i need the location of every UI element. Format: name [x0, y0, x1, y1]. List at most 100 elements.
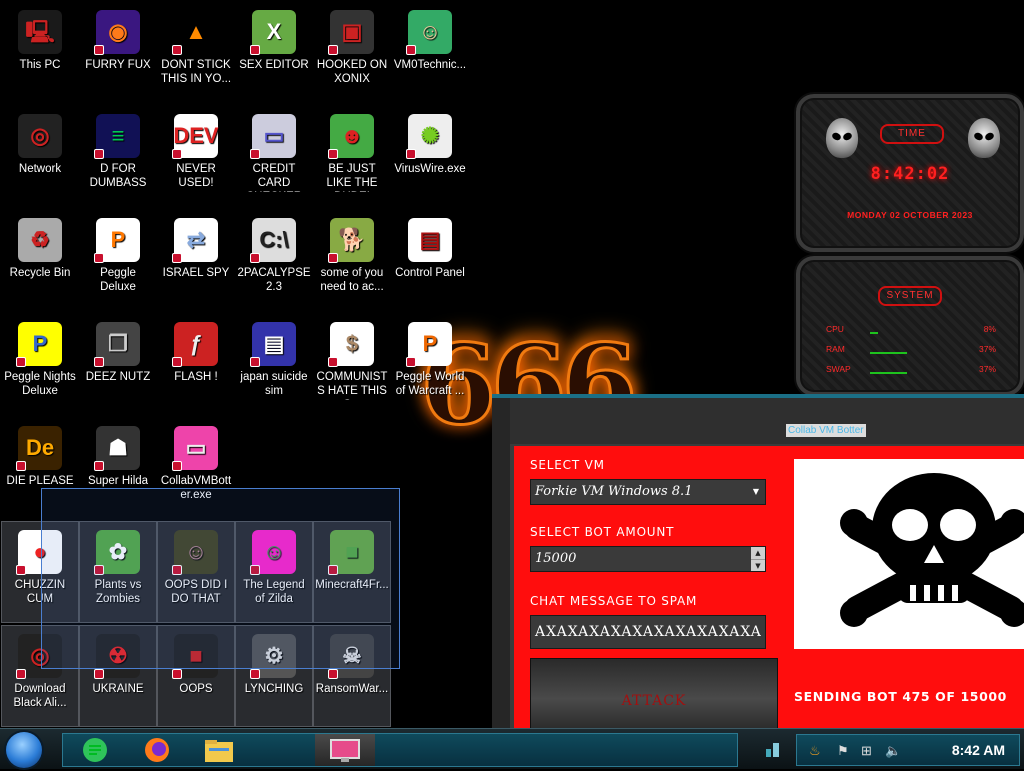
desktop-icon[interactable]: ƒ FLASH !	[158, 314, 234, 414]
stepper-buttons[interactable]: ▲ ▼	[751, 547, 765, 571]
desktop-icon[interactable]: De DIE PLEASE	[2, 418, 78, 518]
desktop-icon[interactable]: ◎ Network	[2, 106, 78, 206]
shortcut-arrow-icon	[406, 149, 416, 159]
shortcut-arrow-icon	[172, 357, 182, 367]
peggle-icon: P	[94, 218, 140, 263]
desktop-icon[interactable]: C:\ 2PACALYPSE 2.3	[236, 210, 312, 310]
botter-panel: SELECT VM Forkie VM Windows 8.1 ▼ SELECT…	[514, 446, 1024, 768]
desktop-icon[interactable]: ☺ VM0Technic...	[392, 2, 468, 102]
cpu-value: 8%	[983, 324, 996, 334]
desktop-icon[interactable]: ☗ Super Hilda	[80, 418, 156, 518]
select-vm-label: SELECT VM	[530, 458, 605, 472]
desktop-icon[interactable]: ▲ DONT STICK THIS IN YO...	[158, 2, 234, 102]
alien-head-icon	[826, 118, 858, 158]
hxd-icon: X	[250, 10, 296, 55]
desktop-icon[interactable]: ■ OOPS	[157, 625, 235, 727]
bot-amount-label: SELECT BOT AMOUNT	[530, 525, 675, 539]
desktop-icon-label: UKRAINE	[92, 683, 144, 695]
desktop-icon[interactable]: DEV NEVER USED!	[158, 106, 234, 206]
discord-icon: ≡	[94, 114, 140, 159]
desktop-icon-label: VM0Technic...	[393, 59, 467, 71]
desktop-icon[interactable]: ▭ CollabVMBotter.exe	[158, 418, 234, 518]
vm-dropdown[interactable]: Forkie VM Windows 8.1 ▼	[530, 479, 766, 505]
desktop-icon-label: DEEZ NUTZ	[85, 371, 151, 383]
desktop-icon[interactable]: ♻ Recycle Bin	[2, 210, 78, 310]
desktop-icon[interactable]: 🐕 some of you need to ac...	[314, 210, 390, 310]
computer-icon: 🖳	[18, 10, 62, 54]
desktop-icon-label: CollabVMBotter.exe	[160, 475, 232, 501]
desktop-icon-label: japan suicide sim	[240, 371, 308, 397]
clock-gadget[interactable]: TIME 8:42:02 MONDAY 02 OCTOBER 2023	[796, 94, 1024, 252]
java-update-icon[interactable]: ♨	[809, 743, 821, 759]
desktop-icon[interactable]: ◉ FURRY FUX	[80, 2, 156, 102]
desktop-icon[interactable]: P Peggle World of Warcraft ...	[392, 314, 468, 414]
desktop-icon[interactable]: ❐ DEEZ NUTZ	[80, 314, 156, 414]
volume-icon[interactable]: 🔈	[885, 743, 901, 759]
network-tray-icon[interactable]: ⊞	[861, 743, 872, 759]
desktop-icon[interactable]: P Peggle Deluxe	[80, 210, 156, 310]
chat-message-input[interactable]: AXAXAXAXAXAXAXAXAXAXA	[530, 615, 766, 649]
monitor-icon: ▭	[172, 426, 218, 471]
skull-crossbones-image	[794, 459, 1024, 649]
desktop-icon[interactable]: P Peggle Nights Deluxe	[2, 314, 78, 414]
shortcut-arrow-icon	[328, 669, 338, 679]
desktop-icon-label: DIE PLEASE	[6, 475, 74, 487]
desktop-icon-label: This PC	[19, 59, 61, 71]
start-button[interactable]	[6, 732, 42, 768]
show-desktop-icon[interactable]	[764, 739, 782, 759]
desktop-icon[interactable]: X SEX EDITOR	[236, 2, 312, 102]
shortcut-arrow-icon	[328, 565, 338, 575]
cpu-label: CPU	[826, 324, 844, 334]
cpu-bar	[870, 332, 878, 334]
desktop-icon[interactable]: ☢ UKRAINE	[79, 625, 157, 727]
shortcut-arrow-icon	[172, 149, 182, 159]
desktop-icon[interactable]: ✿ Plants vs Zombies	[79, 521, 157, 623]
desktop-icon[interactable]: ☺ OOPS DID I DO THAT	[157, 521, 235, 623]
window-titlebar[interactable]	[492, 398, 1024, 444]
desktop-icon-label: FLASH !	[174, 371, 218, 383]
desktop-icon-label: RansomWar...	[315, 683, 389, 695]
desktop-icon-label: Network	[18, 163, 62, 175]
firefox-icon[interactable]	[137, 736, 177, 764]
desktop-icon[interactable]: ■ Minecraft4Fr...	[313, 521, 391, 623]
file-explorer-icon[interactable]	[199, 736, 239, 764]
desktop-icon-label: some of you need to ac...	[320, 267, 384, 293]
desktop-icon-label: The Legend of Zilda	[243, 579, 305, 605]
credit-card-icon: ▭	[250, 114, 296, 159]
tray-clock[interactable]: 8:42 AM	[952, 742, 1005, 758]
desktop-icon-label: CHUZZIN CUM	[14, 579, 66, 605]
link-icon: ☺	[250, 530, 296, 575]
bot-amount-stepper[interactable]: 15000 ▲ ▼	[530, 546, 766, 572]
desktop-icon-label: NEVER USED!	[176, 163, 216, 189]
window-border	[492, 398, 510, 730]
desktop-icon[interactable]: ▣ HOOKED ON XONIX	[314, 2, 390, 102]
clock-date: MONDAY 02 OCTOBER 2023	[847, 210, 973, 220]
shortcut-arrow-icon	[16, 461, 26, 471]
desktop-icon[interactable]: ✺ VirusWire.exe	[392, 106, 468, 206]
collab-vm-botter-window[interactable]: Collab VM Botter SELECT VM Forkie VM Win…	[492, 394, 1024, 768]
flag-icon[interactable]: ⚑	[837, 743, 849, 759]
desktop-icon[interactable]: ▤ japan suicide sim	[236, 314, 312, 414]
network-icon: ◎	[18, 114, 62, 158]
discord-icon[interactable]	[75, 736, 115, 764]
desktop-icon[interactable]: ● CHUZZIN CUM	[1, 521, 79, 623]
desktop-icon[interactable]: ▤ Control Panel	[392, 210, 468, 310]
chevron-down-icon[interactable]: ▼	[753, 480, 759, 504]
desktop-icon[interactable]: ☠ RansomWar...	[313, 625, 391, 727]
desktop-icon[interactable]: $ COMMUNISTS HATE THIS G...	[314, 314, 390, 414]
desktop-icon[interactable]: ▭ CREDIT CARD CHECKER	[236, 106, 312, 206]
taskbar-collab-vm-botter[interactable]	[315, 734, 375, 766]
stepper-down-icon[interactable]: ▼	[751, 560, 765, 571]
desktop-icon[interactable]: ☺ The Legend of Zilda	[235, 521, 313, 623]
shortcut-arrow-icon	[406, 45, 416, 55]
red-app-icon: ■	[172, 634, 218, 679]
desktop-icon[interactable]: ◎ Download Black Ali...	[1, 625, 79, 727]
desktop-icon[interactable]: ≡ D FOR DUMBASS	[80, 106, 156, 206]
desktop-icon[interactable]: ☻ BE JUST LIKE THE DUDE!	[314, 106, 390, 206]
desktop-icon[interactable]: ⇄ ISRAEL SPY	[158, 210, 234, 310]
system-monitor-gadget[interactable]: SYSTEM CPU 8% RAM 37% SWAP 37%	[796, 256, 1024, 396]
desktop-icon[interactable]: 🖳 This PC	[2, 2, 78, 102]
stepper-up-icon[interactable]: ▲	[751, 547, 765, 560]
swap-bar	[870, 372, 907, 374]
desktop-icon[interactable]: ⚙ LYNCHING	[235, 625, 313, 727]
